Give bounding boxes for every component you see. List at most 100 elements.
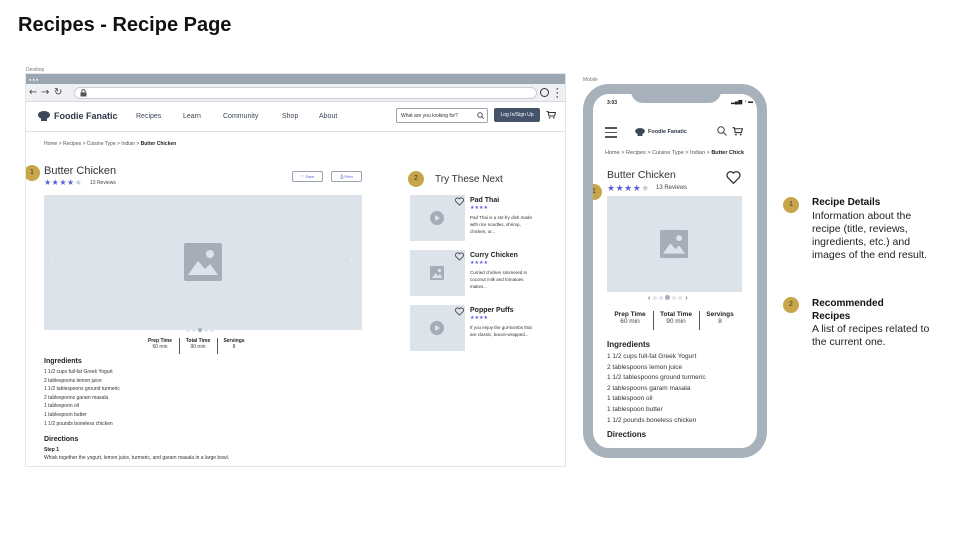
back-arrow-icon[interactable]: ← xyxy=(29,87,37,98)
ingredient-item: 1 1/2 tablespoons ground turmeric xyxy=(607,374,706,382)
step-label: Step 1 xyxy=(44,447,60,453)
search-icon[interactable] xyxy=(717,126,727,136)
forward-arrow-icon[interactable]: → xyxy=(41,87,49,98)
heart-icon[interactable] xyxy=(455,252,464,261)
ingredient-item: 1 1/2 pounds boneless chicken xyxy=(44,420,113,427)
ingredient-item: 1 1/2 pounds boneless chicken xyxy=(607,416,697,424)
stat-value: 8 xyxy=(232,344,236,350)
rating-stars: ★★★★★ xyxy=(607,183,649,194)
play-video-icon[interactable] xyxy=(430,211,444,225)
carousel-controls[interactable]: ‹ › xyxy=(648,295,688,302)
legend-heading-recommended-recipes: Recommended Recipes xyxy=(812,298,884,322)
carousel-dots[interactable] xyxy=(652,295,683,302)
stat-value: 8 xyxy=(718,318,722,325)
carousel-prev-icon[interactable]: ‹ xyxy=(51,257,53,263)
status-icons: ▂▄▆ ◔ ▬ xyxy=(731,99,754,105)
breadcrumb-path[interactable]: Home > Recipes > Cuisine Type > Indian > xyxy=(44,141,139,147)
nav-learn[interactable]: Learn xyxy=(183,113,201,120)
address-bar[interactable] xyxy=(74,87,537,99)
rating-star-empty: ★ xyxy=(641,183,650,193)
nav-community[interactable]: Community xyxy=(223,113,258,120)
recipe-image-carousel[interactable] xyxy=(607,196,742,292)
cart-icon[interactable] xyxy=(732,127,743,136)
cart-icon[interactable] xyxy=(546,111,556,119)
review-count[interactable]: 13 Reviews xyxy=(656,185,687,191)
recipe-card-popper-puffs[interactable]: Popper Puffs ★★★★ If you enjoy the gut-b… xyxy=(410,305,550,351)
review-count[interactable]: 13 Reviews xyxy=(90,180,116,186)
site-logo-text[interactable]: Foodie Fanatic xyxy=(648,129,687,135)
directions-heading: Directions xyxy=(44,436,79,443)
legend-text-recommended-recipes: A list of recipes related to the current… xyxy=(812,323,930,348)
heart-icon[interactable] xyxy=(455,197,464,206)
breadcrumb-path[interactable]: Home > Recipes > Cuisine Type > Indian > xyxy=(605,150,710,156)
recipe-card-pad-thai[interactable]: Pad Thai ★★★★ Pad Thai is a stir-fry dis… xyxy=(410,195,550,241)
card-rating-stars: ★★★★ xyxy=(470,315,488,321)
search-icon[interactable] xyxy=(477,112,484,119)
stat-value: 60 min xyxy=(620,318,640,325)
search-input[interactable]: What are you looking for? xyxy=(396,108,488,123)
step-text: Whisk together the yogurt, lemon juice, … xyxy=(44,455,230,461)
card-title[interactable]: Popper Puffs xyxy=(470,307,514,314)
ingredients-list: 1 1/2 cups full-fat Greek Yogurt 2 table… xyxy=(44,368,120,428)
legend-badge-2: 2 xyxy=(783,297,799,313)
nav-recipes[interactable]: Recipes xyxy=(136,113,161,120)
ingredients-heading: Ingredients xyxy=(44,358,82,365)
nav-shop[interactable]: Shop xyxy=(282,113,298,120)
rating-stars-filled: ★★★★ xyxy=(44,178,75,187)
heart-icon[interactable] xyxy=(726,171,741,184)
ingredients-list: 1 1/2 cups full-fat Greek Yogurt 2 table… xyxy=(607,352,706,426)
ingredient-item: 2 tablespoons lemon juice xyxy=(44,377,102,384)
card-title[interactable]: Pad Thai xyxy=(470,197,499,204)
chef-hat-logo-icon[interactable] xyxy=(635,128,645,136)
image-placeholder-icon xyxy=(184,243,222,281)
annotation-badge-1: 1 xyxy=(26,165,40,181)
directions-heading: Directions xyxy=(607,430,647,439)
recipe-card-curry-chicken[interactable]: Curry Chicken ★★★★ Curried chicken simme… xyxy=(410,250,550,296)
try-these-next-heading: Try These Next xyxy=(435,174,503,185)
stat-total-time: Total Time 90 min xyxy=(654,311,698,325)
recipe-title: Butter Chicken xyxy=(44,165,117,177)
legend-text-recipe-details: Information about the recipe (title, rev… xyxy=(812,210,927,261)
account-icon[interactable] xyxy=(540,88,549,97)
ingredient-item: 1 tablespoon oil xyxy=(607,395,653,403)
nav-about[interactable]: About xyxy=(319,113,337,120)
browser-toolbar: ← → ↻ · · · xyxy=(26,84,565,102)
play-video-icon[interactable] xyxy=(430,321,444,335)
carousel-next-icon[interactable]: › xyxy=(685,295,687,302)
ingredient-item: 1 1/2 cups full-fat Greek Yogurt xyxy=(607,353,697,360)
reload-icon[interactable]: ↻ xyxy=(54,87,62,98)
stat-label: Total Time xyxy=(660,311,692,318)
stat-label: Servings xyxy=(706,311,734,318)
browser-titlebar: ● ● ● xyxy=(26,74,565,84)
print-button[interactable]: ⎙ Print xyxy=(331,171,362,182)
image-placeholder-icon xyxy=(430,266,444,280)
ingredient-item: 2 tablespoons garam masala xyxy=(607,384,691,392)
heart-icon[interactable] xyxy=(455,307,464,316)
recipe-image-carousel[interactable]: ‹ › xyxy=(44,195,362,332)
card-description: Pad Thai is a stir-fry dish made with ri… xyxy=(470,215,532,234)
site-logo-text[interactable]: Foodie Fanatic xyxy=(54,111,118,121)
ingredient-item: 2 tablespoons lemon juice xyxy=(607,363,683,371)
hamburger-menu-icon[interactable] xyxy=(605,127,617,141)
ingredient-item: 1 1/2 tablespoons ground turmeric xyxy=(44,386,120,393)
stat-servings: Servings 8 xyxy=(700,311,740,325)
stat-value: 60 min xyxy=(152,344,168,350)
mobile-phone-frame: 3:03 ▂▄▆ ◔ ▬ Foodie Fanatic Home > Recip… xyxy=(583,84,767,458)
rating-star-empty: ★ xyxy=(74,178,82,187)
card-title[interactable]: Curry Chicken xyxy=(470,252,518,259)
status-time: 3:03 xyxy=(607,100,618,106)
annotation-badge-1: 1 xyxy=(593,184,602,200)
page-title: Recipes - Recipe Page xyxy=(18,14,232,36)
window-controls[interactable]: ● ● ● xyxy=(29,77,38,82)
more-menu-icon[interactable]: · · · xyxy=(556,85,559,102)
breadcrumb-current: Butter Chick xyxy=(711,150,745,156)
save-button[interactable]: ♡ Save xyxy=(292,171,323,182)
carousel-prev-icon[interactable]: ‹ xyxy=(648,295,650,302)
carousel-dots[interactable] xyxy=(185,319,215,337)
chef-hat-logo-icon[interactable] xyxy=(38,111,50,121)
carousel-next-icon[interactable]: › xyxy=(350,257,352,263)
phone-notch xyxy=(631,94,721,103)
login-signup-button[interactable]: Log In/Sign Up xyxy=(494,108,540,122)
stat-value: 90 min xyxy=(666,318,686,325)
lock-icon xyxy=(80,89,87,97)
